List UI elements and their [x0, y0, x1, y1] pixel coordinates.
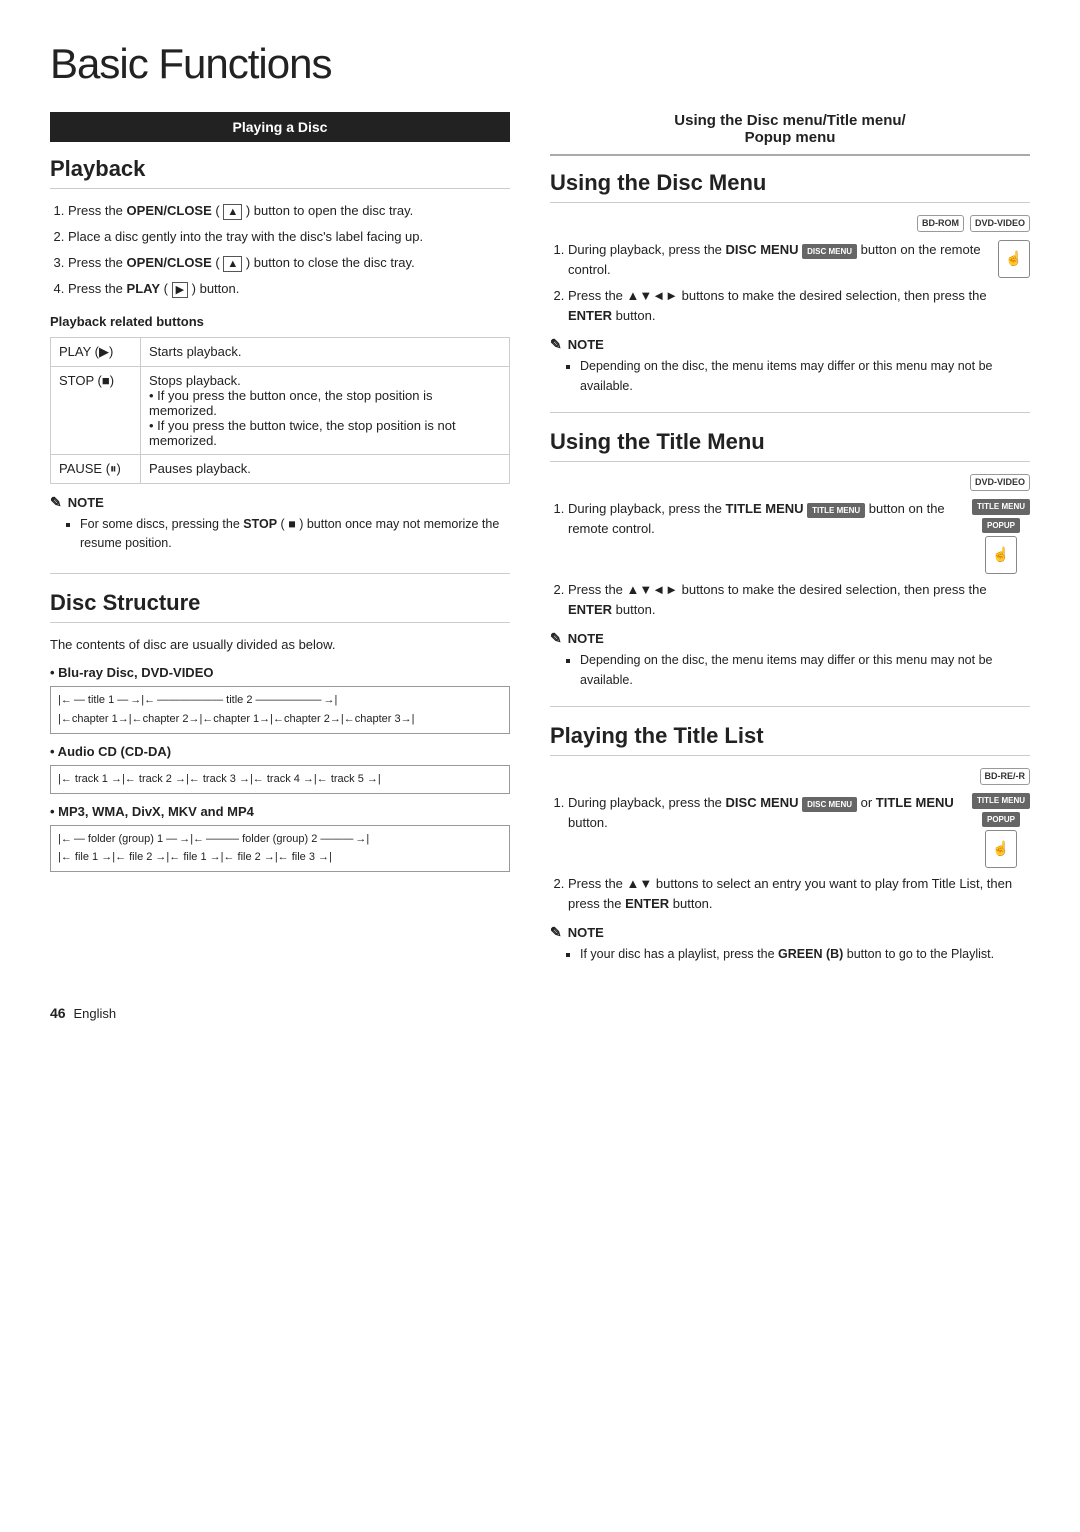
title-list-badges: BD-RE/-R [550, 768, 1030, 785]
playback-table: PLAY (▶) Starts playback. STOP (■) Stops… [50, 337, 510, 484]
title-menu-note: NOTE Depending on the disc, the menu ite… [550, 630, 1030, 690]
title-menu-heading: Using the Title Menu [550, 429, 1030, 462]
right-column: Using the Disc menu/Title menu/ Popup me… [550, 112, 1030, 975]
table-row-pause: PAUSE (⏸) Pauses playback. [51, 454, 510, 483]
audiocd-diagram: |← track 1 →|← track 2 →|← track 3 →|← t… [50, 765, 510, 794]
disc-menu-badges: BD-ROM DVD-VIDEO [550, 215, 1030, 232]
disc-menu-steps: During playback, press the DISC MENU DIS… [550, 240, 1030, 327]
right-section-header: Using the Disc menu/Title menu/ Popup me… [550, 112, 1030, 156]
dvdvideo-badge: DVD-VIDEO [970, 215, 1030, 232]
disc-menu-step-1: During playback, press the DISC MENU DIS… [568, 240, 1030, 280]
bluray-diagram: |←— title 1 —→|←—————— title 2 ——————→| … [50, 686, 510, 733]
page-title: Basic Functions [50, 40, 1030, 88]
playback-step-3: Press the OPEN/CLOSE ( ▲ ) button to clo… [68, 253, 510, 273]
page-footer: 46 English [50, 1005, 1030, 1021]
title-menu-steps: During playback, press the TITLE MENU TI… [550, 499, 1030, 620]
table-row-stop: STOP (■) Stops playback. • If you press … [51, 366, 510, 454]
disc-structure-intro: The contents of disc are usually divided… [50, 635, 510, 655]
title-menu-badges: DVD-VIDEO [550, 474, 1030, 491]
mp3-diagram: |←— folder (group) 1 —→|←——— folder (gro… [50, 825, 510, 872]
mp3-label: • MP3, WMA, DivX, MKV and MP4 [50, 804, 510, 819]
playback-heading: Playback [50, 156, 510, 189]
title-menu-step-2: Press the ▲▼◄► buttons to make the desir… [568, 580, 1030, 620]
disc-menu-note: NOTE Depending on the disc, the menu ite… [550, 336, 1030, 396]
title-menu-step-1: During playback, press the TITLE MENU TI… [568, 499, 1030, 574]
left-section-header: Playing a Disc [50, 112, 510, 142]
title-list-note: NOTE If your disc has a playlist, press … [550, 924, 1030, 964]
disc-menu-step-2: Press the ▲▼◄► buttons to make the desir… [568, 286, 1030, 326]
title-list-steps: During playback, press the DISC MENU DIS… [550, 793, 1030, 914]
bluray-label: • Blu-ray Disc, DVD-VIDEO [50, 665, 510, 680]
playback-steps: Press the OPEN/CLOSE ( ▲ ) button to ope… [50, 201, 510, 300]
disc-menu-heading: Using the Disc Menu [550, 170, 1030, 203]
disc-structure-section: Disc Structure The contents of disc are … [50, 573, 510, 872]
playback-step-4: Press the PLAY ( ▶ ) button. [68, 279, 510, 299]
title-list-step-1: During playback, press the DISC MENU DIS… [568, 793, 1030, 868]
title-list-heading: Playing the Title List [550, 723, 1030, 756]
disc-structure-heading: Disc Structure [50, 590, 510, 623]
playback-step-1: Press the OPEN/CLOSE ( ▲ ) button to ope… [68, 201, 510, 221]
table-row-play: PLAY (▶) Starts playback. [51, 337, 510, 366]
left-column: Playing a Disc Playback Press the OPEN/C… [50, 112, 510, 975]
dvdvideo-badge-2: DVD-VIDEO [970, 474, 1030, 491]
disc-menu-remote-icon: ☝ [998, 240, 1030, 278]
bdrom-badge: BD-ROM [917, 215, 964, 232]
playback-note: NOTE For some discs, pressing the STOP (… [50, 494, 510, 554]
title-list-remote-badges: TITLE MENU POPUP ☝ [972, 793, 1030, 868]
audiocd-label: • Audio CD (CD-DA) [50, 744, 510, 759]
title-menu-remote-badges: TITLE MENU POPUP ☝ [972, 499, 1030, 574]
bdre-badge: BD-RE/-R [980, 768, 1031, 785]
title-list-step-2: Press the ▲▼ buttons to select an entry … [568, 874, 1030, 914]
playback-related-heading: Playback related buttons [50, 314, 510, 329]
playback-step-2: Place a disc gently into the tray with t… [68, 227, 510, 247]
page-number: 46 [50, 1005, 66, 1021]
language-label: English [73, 1006, 116, 1021]
